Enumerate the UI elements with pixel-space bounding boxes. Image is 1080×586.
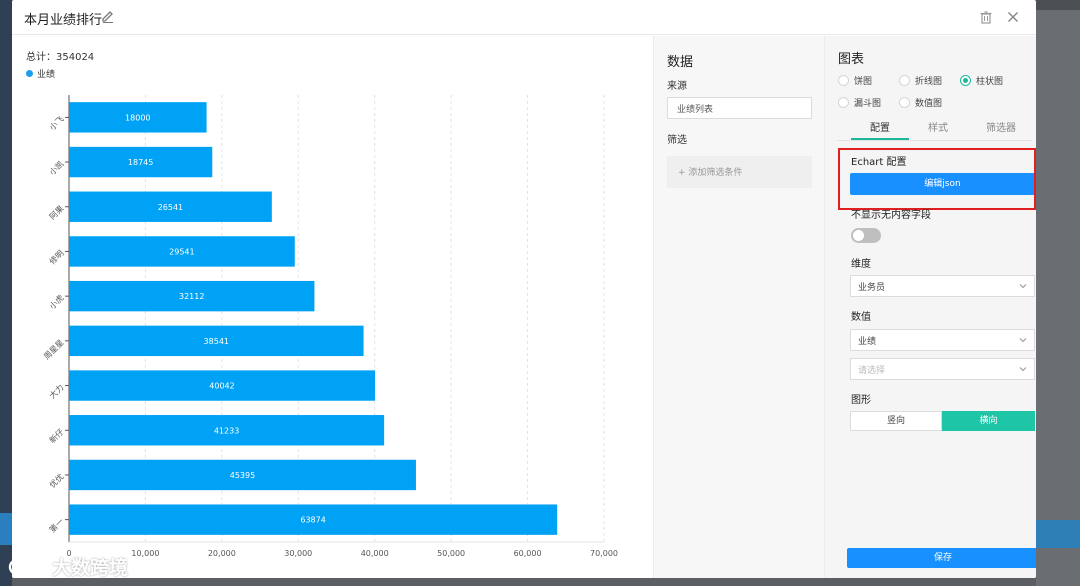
hide-empty-label: 不显示无内容字段 (851, 210, 931, 221)
value-placeholder: 请选择 (858, 366, 886, 376)
tab-style[interactable]: 样式 (908, 119, 968, 134)
x-tick-label: 60,000 (514, 549, 542, 558)
shape-label: 图形 (851, 395, 871, 406)
background-topbar (1036, 0, 1080, 10)
data-panel-title: 数据 (667, 55, 694, 70)
watermark-logo-icon (8, 558, 47, 575)
bar-value-label: 40042 (209, 382, 234, 391)
trash-icon[interactable] (979, 10, 993, 24)
shape-vertical-button[interactable]: 竖向 (850, 411, 942, 431)
y-tick-label: 阿果 (48, 204, 66, 222)
value-value: 业绩 (858, 337, 877, 347)
active-tab-indicator (851, 138, 909, 140)
y-tick-label: 小虎 (47, 293, 65, 311)
background-nav-active (0, 513, 12, 545)
radio-circle-icon (838, 97, 849, 108)
dimension-select[interactable]: 业务员 (850, 275, 1035, 297)
chevron-down-icon (1019, 284, 1027, 289)
radio-label: 数值图 (915, 99, 943, 109)
y-tick-label: 新仔 (47, 427, 65, 445)
value-select[interactable]: 业绩 (850, 329, 1035, 351)
highlight-box (838, 148, 1036, 210)
bar-value-label: 45395 (230, 471, 255, 480)
modal-header: 本月业绩排行 (12, 0, 1036, 35)
bar-chart: 0 10,000 20,000 30,000 40,000 50,000 60,000 70,… (42, 95, 618, 558)
radio-label: 折线图 (915, 77, 943, 87)
y-tick-label: 大力 (47, 382, 65, 400)
dimension-label: 维度 (851, 259, 871, 270)
y-tick-label: 周星星 (42, 338, 65, 361)
radio-circle-icon (899, 97, 910, 108)
tab-config[interactable]: 配置 (850, 119, 910, 134)
watermark-text: 大数跨境 (52, 557, 129, 579)
radio-bar[interactable]: 柱状图 (960, 74, 1003, 87)
bar-value-label: 63874 (300, 516, 325, 525)
radio-line[interactable]: 折线图 (899, 74, 942, 87)
radio-checked-icon (960, 75, 971, 86)
legend-label: 业绩 (37, 70, 56, 80)
shape-horizontal-button[interactable]: 横向 (942, 411, 1035, 431)
y-tick-label: 小凯 (47, 159, 65, 177)
chart-panel-title: 图表 (838, 52, 865, 67)
chart-editor-modal: 本月业绩排行 0 10,000 20,000 30,000 40,000 50,000 60… (12, 0, 1036, 578)
radio-funnel[interactable]: 漏斗图 (838, 96, 881, 109)
chart-config-panel: 图表 饼图 折线图 柱状图 漏斗图 数值图 配置 样式 筛选器 Echart 配… (825, 36, 1036, 578)
y-tick-label: 修明 (47, 248, 65, 266)
radio-circle-icon (838, 75, 849, 86)
bar-value-label: 41233 (214, 426, 239, 435)
radio-number[interactable]: 数值图 (899, 96, 942, 109)
y-tick-label: 小飞 (48, 115, 66, 133)
filter-label: 筛选 (667, 135, 687, 146)
background-button (1036, 520, 1080, 548)
radio-label: 漏斗图 (854, 99, 882, 109)
save-button[interactable]: 保存 (847, 548, 1036, 568)
radio-label: 饼图 (854, 77, 873, 87)
value-label: 数值 (851, 312, 871, 323)
legend-dot-icon (26, 70, 33, 77)
bar-value-label: 18000 (125, 113, 150, 122)
bar-value-label: 26541 (158, 203, 183, 212)
chevron-down-icon (1019, 338, 1027, 343)
add-filter-button[interactable]: + 添加筛选条件 (667, 156, 812, 188)
bar-value-label: 38541 (204, 337, 229, 346)
hide-empty-toggle[interactable] (851, 228, 881, 243)
radio-pie[interactable]: 饼图 (838, 74, 872, 87)
x-tick-label: 10,000 (131, 549, 159, 558)
tab-filter[interactable]: 筛选器 (971, 119, 1031, 134)
total-text: 总计：354024 (26, 52, 95, 63)
x-tick-label: 20,000 (208, 549, 236, 558)
value-select-extra[interactable]: 请选择 (850, 358, 1035, 380)
y-tick-label: 优优 (47, 471, 65, 489)
radio-label: 柱状图 (976, 77, 1004, 87)
x-tick-label: 40,000 (361, 549, 389, 558)
tabs-divider (837, 140, 1032, 141)
y-tick-label: 第一 (47, 516, 65, 534)
chart-legend[interactable]: 业绩 (26, 67, 55, 80)
x-tick-label: 50,000 (437, 549, 465, 558)
bar-value-label: 29541 (169, 247, 194, 256)
modal-title: 本月业绩排行 (24, 13, 103, 28)
radio-circle-icon (899, 75, 910, 86)
bar-value-label: 32112 (179, 292, 204, 301)
watermark: 大数跨境 (8, 553, 128, 580)
chevron-down-icon (1019, 367, 1027, 372)
chart-area: 0 10,000 20,000 30,000 40,000 50,000 60,000 70,… (12, 36, 653, 578)
close-icon[interactable] (1006, 10, 1020, 24)
x-tick-label: 70,000 (590, 549, 618, 558)
bar-value-label: 18745 (128, 158, 153, 167)
data-panel: 数据 来源 业绩列表 筛选 + 添加筛选条件 (653, 36, 825, 578)
background-content (1036, 0, 1080, 586)
source-label: 来源 (667, 81, 687, 92)
source-select[interactable]: 业绩列表 (667, 97, 812, 119)
background-sidebar (0, 0, 12, 586)
edit-icon[interactable] (101, 10, 115, 24)
dimension-value: 业务员 (858, 283, 886, 293)
x-tick-label: 30,000 (284, 549, 312, 558)
